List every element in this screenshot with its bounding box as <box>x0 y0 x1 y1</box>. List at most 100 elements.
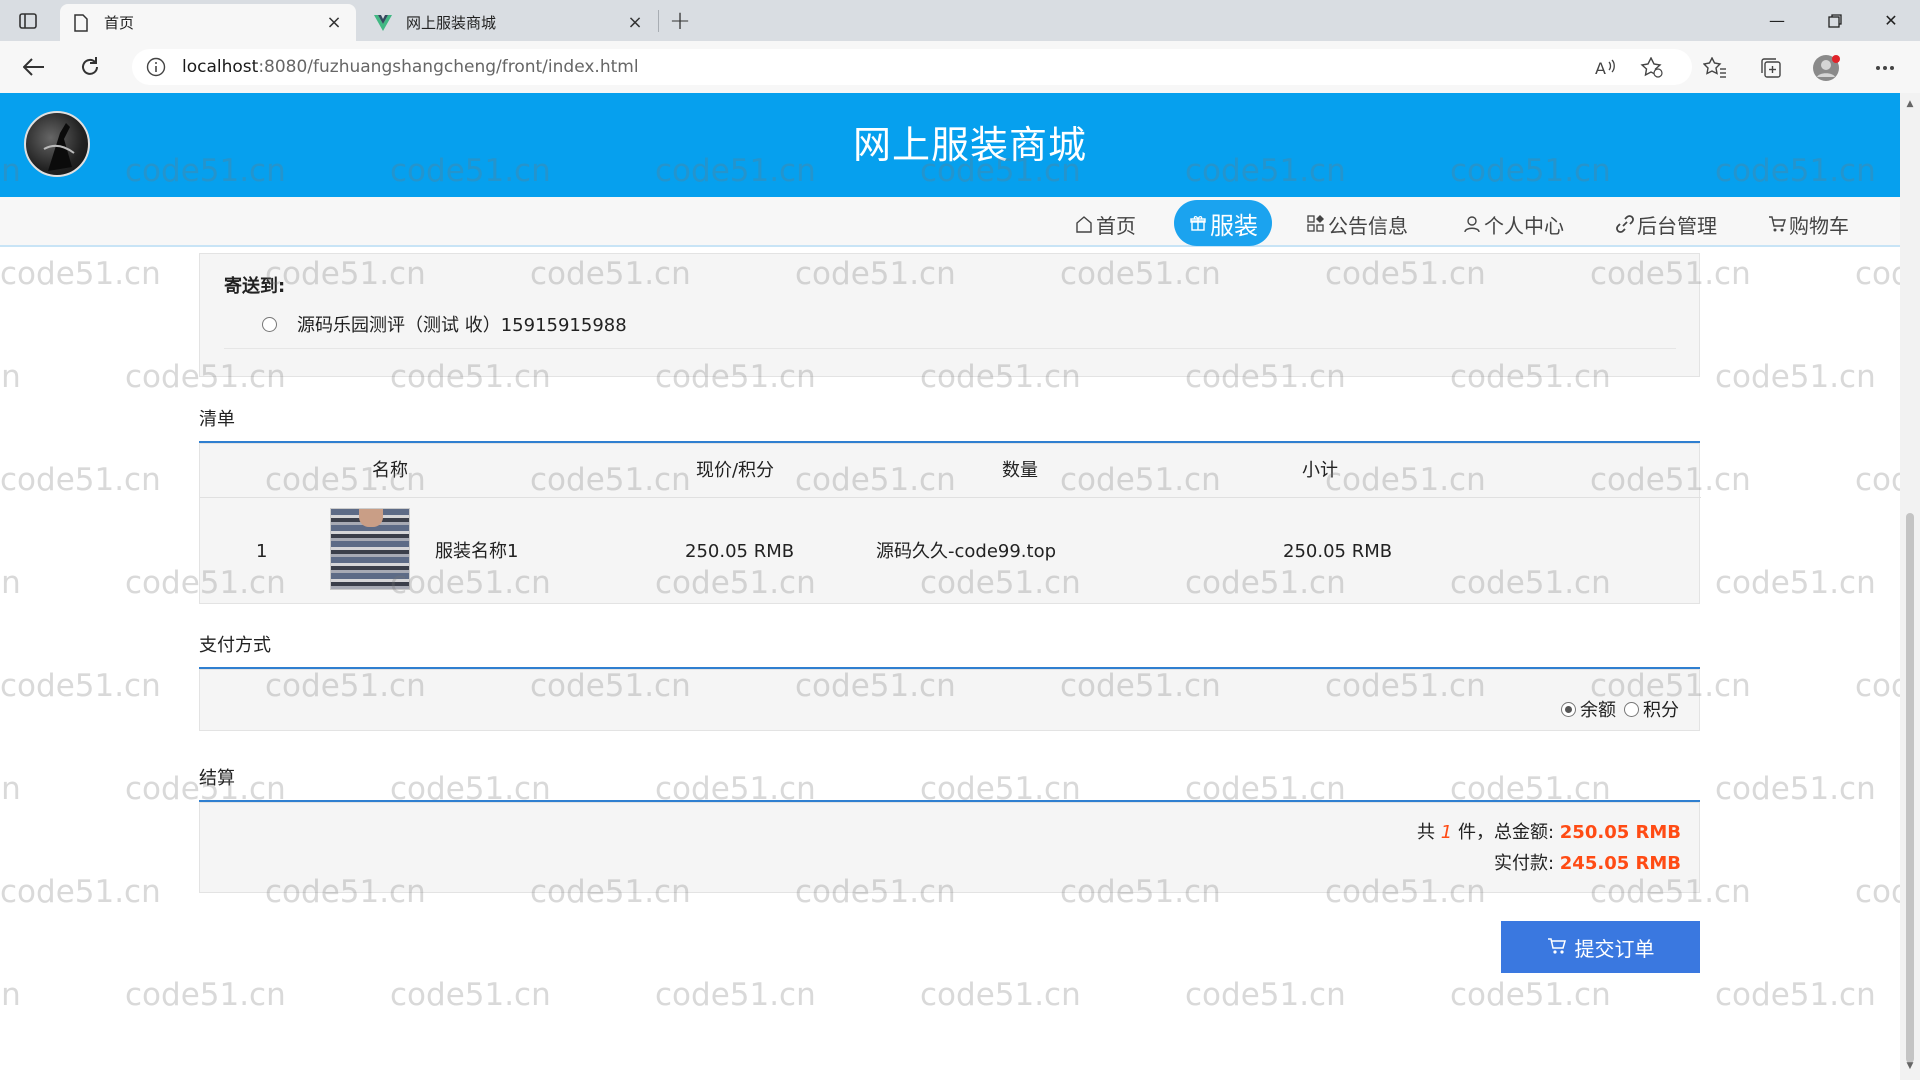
watermark-text: code51.cn <box>125 977 286 1013</box>
total-line: 共 1 件，总金额: 250.05 RMB <box>1417 817 1681 848</box>
paid-label: 实付款: <box>1493 853 1555 874</box>
nav-item-profile[interactable]: 个人中心 <box>1452 204 1574 244</box>
total-amount: 250.05 RMB <box>1559 822 1681 843</box>
scroll-thumb[interactable] <box>1906 513 1914 1063</box>
watermark-text: code51.cn <box>1715 771 1876 807</box>
checkout-section-title: 结算 <box>199 768 235 789</box>
watermark-text: code51.cn <box>655 977 816 1013</box>
nav-label: 购物车 <box>1789 213 1849 238</box>
product-thumbnail[interactable] <box>330 508 410 590</box>
order-summary: 共 1 件，总金额: 250.05 RMB 实付款: 245.05 RMB <box>1417 817 1681 879</box>
divider <box>224 348 1676 349</box>
url-path: :8080/fuzhuangshangcheng/front/index.htm… <box>258 57 639 77</box>
window-close-icon[interactable]: ✕ <box>1862 0 1920 41</box>
nav-item-admin[interactable]: 后台管理 <box>1605 204 1727 244</box>
nav-item-notices[interactable]: 公告信息 <box>1296 204 1418 244</box>
table-header: 名称 现价/积分 数量 小计 <box>200 444 1701 498</box>
payment-section-title: 支付方式 <box>199 635 271 656</box>
url-text: localhost:8080/fuzhuangshangcheng/front/… <box>182 57 639 77</box>
collections-icon[interactable] <box>1756 53 1786 83</box>
watermark-text: code51.cn <box>0 462 161 498</box>
watermark-text: code51.cn <box>390 977 551 1013</box>
add-favorite-icon[interactable] <box>1637 53 1667 83</box>
page-icon <box>72 13 90 32</box>
vue-logo-icon <box>374 14 392 32</box>
svg-text:A: A <box>1595 59 1606 78</box>
address-option[interactable]: 源码乐园测评（测试 收）15915915988 <box>262 311 627 337</box>
watermark-text: code51.cn <box>920 977 1081 1013</box>
address-bar: localhost:8080/fuzhuangshangcheng/front/… <box>0 41 1920 93</box>
header-subtotal: 小计 <box>1302 460 1338 481</box>
points-label[interactable]: 积分 <box>1643 696 1679 722</box>
watermark-text: code51.cn <box>0 874 161 910</box>
order-table: 名称 现价/积分 数量 小计 1 服装名称1 250.05 RMB 源码久久-c… <box>199 443 1701 605</box>
scroll-up-icon[interactable]: ▲ <box>1904 99 1916 111</box>
browser-tab-home[interactable]: 首页 × <box>60 4 356 41</box>
paid-amount: 245.05 RMB <box>1559 853 1681 874</box>
payment-panel: 余额 积分 <box>199 669 1700 731</box>
balance-radio[interactable] <box>1561 701 1576 717</box>
nav-label: 公告信息 <box>1328 213 1408 238</box>
cart-icon <box>1547 936 1569 958</box>
address-text: 源码乐园测评（测试 收）15915915988 <box>297 315 627 336</box>
qty-text: 源码久久-code99.top <box>876 541 1057 562</box>
info-icon[interactable] <box>146 57 166 77</box>
watermark-text: code51.cn <box>1185 977 1346 1013</box>
count-suffix: 件，总金额: <box>1457 822 1555 843</box>
nav-label: 服装 <box>1210 211 1258 240</box>
close-icon[interactable]: × <box>324 12 344 33</box>
header-qty: 数量 <box>1002 460 1038 481</box>
row-index: 1 <box>256 541 268 562</box>
item-count: 1 <box>1440 822 1453 843</box>
back-icon[interactable] <box>18 51 50 83</box>
watermark-text: code51.cn <box>1855 668 1900 704</box>
reload-icon[interactable] <box>74 51 106 83</box>
profile-avatar-icon[interactable] <box>1812 53 1842 83</box>
product-subtotal: 250.05 RMB <box>1283 541 1393 562</box>
cart-icon <box>1767 214 1787 234</box>
browser-tab-mall[interactable]: 网上服装商城 × <box>362 4 657 41</box>
model-head <box>359 509 383 527</box>
nav-label: 个人中心 <box>1484 213 1564 238</box>
nav-label: 首页 <box>1096 213 1136 238</box>
site-header: 网上服装商城 <box>0 93 1900 197</box>
tab-title: 首页 <box>104 14 135 32</box>
close-icon[interactable]: × <box>625 12 645 33</box>
balance-label[interactable]: 余额 <box>1580 696 1616 722</box>
scroll-down-icon[interactable]: ▼ <box>1904 1061 1916 1073</box>
more-menu-icon[interactable] <box>1870 53 1900 83</box>
watermark-text: code51.cn <box>0 565 21 601</box>
product-price: 250.05 RMB <box>685 541 795 562</box>
watermark-text: code51.cn <box>0 256 161 292</box>
minimize-icon[interactable]: — <box>1748 0 1806 41</box>
page-scrollbar[interactable]: ▲ ▼ <box>1900 93 1920 1080</box>
user-icon <box>1462 214 1482 234</box>
points-radio[interactable] <box>1624 701 1639 717</box>
watermark-text: code51.cn <box>1715 977 1876 1013</box>
list-section-title: 清单 <box>199 409 235 430</box>
new-tab-icon[interactable]: + <box>666 6 694 36</box>
count-prefix: 共 <box>1417 822 1436 843</box>
nav-item-cart[interactable]: 购物车 <box>1757 204 1859 244</box>
address-radio[interactable] <box>262 316 277 332</box>
browser-tab-bar: 首页 × 网上服装商城 × + — ✕ <box>0 0 1920 41</box>
nav-item-home[interactable]: 首页 <box>1064 204 1146 244</box>
restore-icon[interactable] <box>1806 0 1864 41</box>
paid-line: 实付款: 245.05 RMB <box>1417 848 1681 879</box>
nav-item-clothing[interactable]: 服装 <box>1174 200 1272 246</box>
url-field[interactable]: localhost:8080/fuzhuangshangcheng/front/… <box>132 49 1692 85</box>
product-name[interactable]: 服装名称1 <box>435 498 518 605</box>
favorites-icon[interactable] <box>1700 53 1730 83</box>
watermark-text: code51.cn <box>1450 977 1611 1013</box>
nav-label: 后台管理 <box>1637 213 1717 238</box>
site-title: 网上服装商城 <box>852 123 1087 167</box>
submit-order-button[interactable]: 提交订单 <box>1501 921 1700 973</box>
watermark-text: code51.cn <box>0 668 161 704</box>
checkout-panel: 共 1 件，总金额: 250.05 RMB 实付款: 245.05 RMB <box>199 802 1700 893</box>
watermark-text: code51.cn <box>1855 462 1900 498</box>
read-aloud-icon[interactable]: A <box>1590 53 1620 83</box>
tab-actions-icon[interactable] <box>14 8 42 34</box>
watermark-text: code51.cn <box>0 359 21 395</box>
submit-label: 提交订单 <box>1574 936 1655 961</box>
home-icon <box>1074 214 1094 234</box>
